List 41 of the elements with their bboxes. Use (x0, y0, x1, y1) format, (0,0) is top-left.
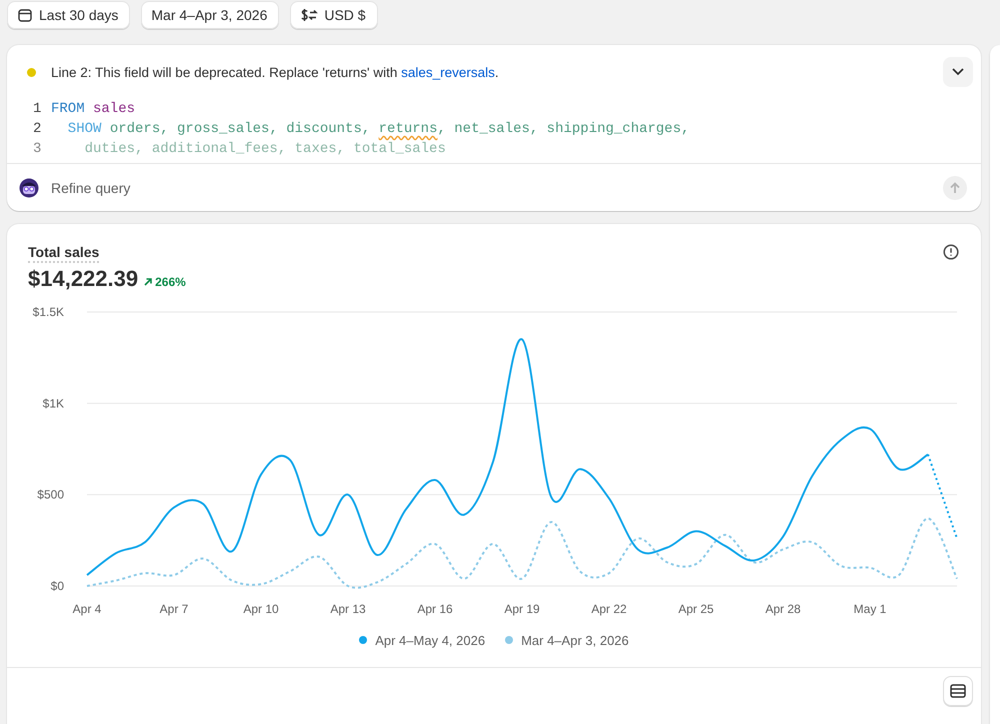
info-icon[interactable] (943, 244, 959, 260)
robot-avatar-icon (19, 178, 39, 198)
table-view-button[interactable] (943, 676, 973, 706)
status-dot (27, 68, 36, 76)
change-percent: 266% (155, 275, 186, 289)
legend-item[interactable]: Apr 4–May 4, 2026 (359, 632, 486, 648)
currency-exchange-icon (300, 7, 318, 23)
chevron-icon (952, 68, 964, 76)
axis-label: Apr 10 (243, 602, 279, 616)
metric-title: Total sales (28, 244, 100, 263)
filter-button[interactable]: Mar 4–Apr 3, 2026 (141, 1, 280, 29)
code-line: duties, additional_fees, taxes, total_sales (84, 140, 446, 159)
axis-label: Apr 4 (72, 602, 102, 616)
axis-label: Apr 13 (330, 602, 366, 616)
field-link[interactable]: sales_reversals (401, 64, 495, 80)
metric-value: $14,222.39 (28, 266, 138, 292)
table-icon (950, 684, 966, 698)
axis-label: $1.5K (32, 305, 64, 319)
line-number: 1 (32, 100, 42, 119)
filter-button[interactable]: Last 30 days (7, 1, 130, 29)
warning-message: Line 2: This field will be deprecated. Replace 'returns' with sales_reversals. (51, 64, 500, 80)
axis-label: May 1 (854, 602, 886, 616)
arrow-up-icon (949, 182, 961, 194)
filter-button[interactable]: USD $ (290, 1, 378, 29)
line-number: 3 (32, 140, 42, 159)
axis-label: Apr 16 (417, 602, 453, 616)
axis-label: Apr 19 (504, 602, 540, 616)
legend-item[interactable]: Mar 4–Apr 3, 2026 (505, 632, 629, 648)
axis-label: Apr 7 (160, 602, 188, 616)
calendar-icon (17, 7, 33, 23)
code-line: SHOW orders, gross_sales, discounts, returns, net_sales, shipping_charges, (66, 120, 690, 139)
axis-label: Apr 22 (591, 602, 627, 616)
collapse-button[interactable] (943, 57, 973, 87)
axis-label: Apr 28 (765, 602, 801, 616)
trend-arrow-icon (144, 278, 152, 286)
line-number: 2 (32, 120, 42, 139)
axis-label: Apr 25 (678, 602, 714, 616)
axis-label: $500 (37, 488, 64, 502)
axis-label: $1K (42, 396, 64, 410)
axis-label: $0 (50, 579, 64, 593)
code-line: FROM sales (51, 100, 136, 119)
